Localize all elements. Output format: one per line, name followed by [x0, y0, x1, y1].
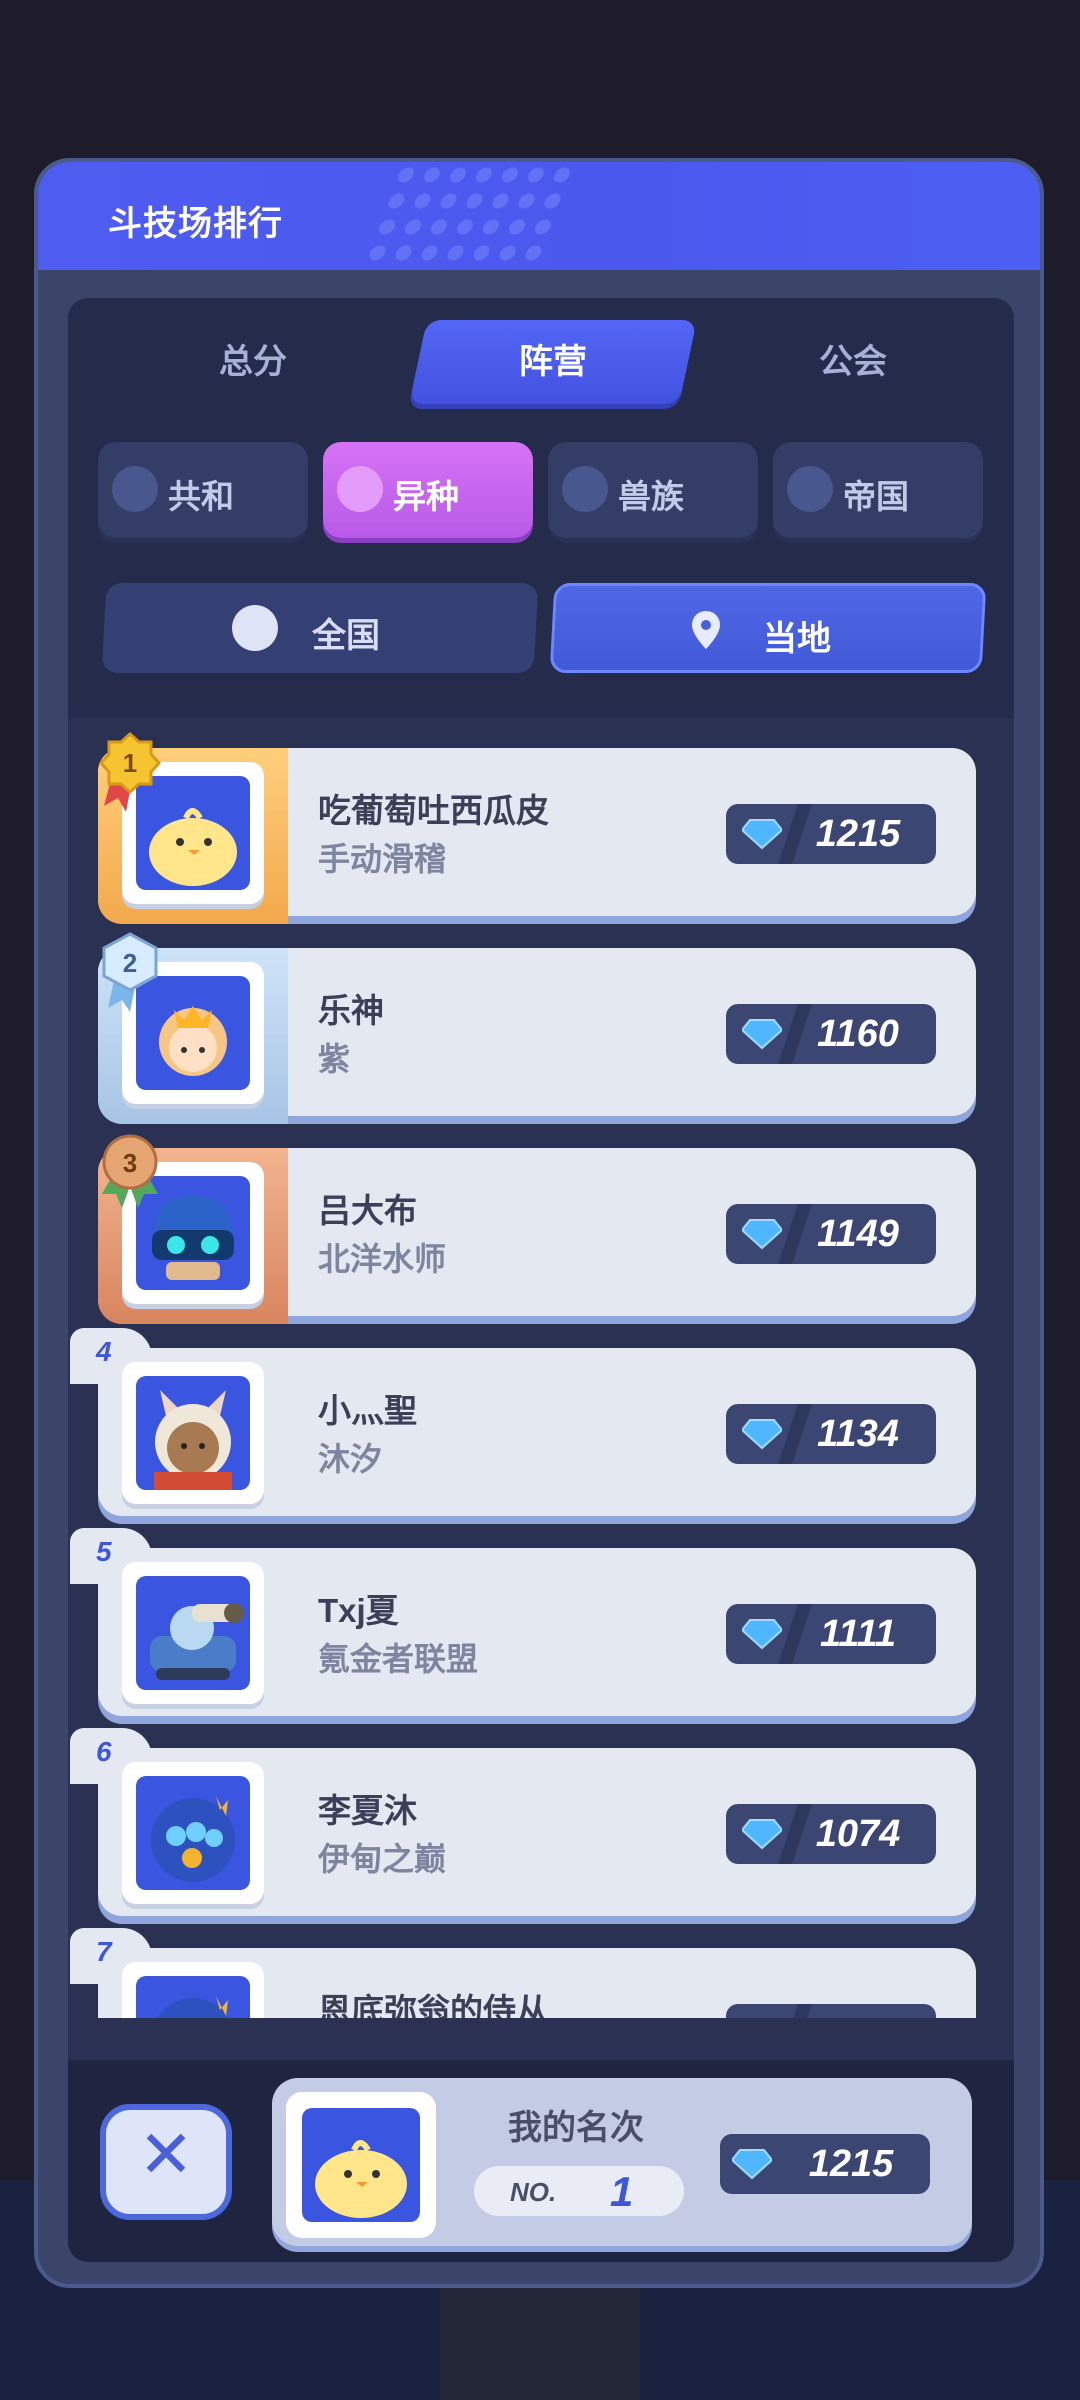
diamond-icon [742, 1419, 782, 1450]
ranking-row[interactable]: 6 李夏沐 伊甸之巅 1074 [70, 1728, 976, 1918]
ranking-row[interactable]: 5 Txj夏 氪金者联盟 1111 [70, 1528, 976, 1718]
score-badge: 1134 [726, 1404, 936, 1464]
avatar [122, 1562, 264, 1704]
ranking-content: 总分 阵营 公会 共和 异种 兽族 帝国 全国 当地 1 吃葡萄吐西瓜皮 手动滑… [68, 298, 1014, 2262]
diamond-icon [742, 1819, 782, 1850]
helmet-icon [112, 466, 158, 512]
diamond-icon [742, 1219, 782, 1250]
region-label: 全国 [312, 617, 380, 655]
score-value: 1111 [819, 1613, 897, 1655]
score-value: 1160 [817, 1013, 899, 1055]
score-badge: 1058 [726, 2004, 936, 2018]
faction-republic-button[interactable]: 共和 [98, 442, 308, 538]
score-value: 1149 [817, 1213, 899, 1255]
diamond-icon [742, 1619, 782, 1650]
guild-name: 伊甸之巅 [318, 1841, 447, 1877]
ranking-list[interactable]: 1 吃葡萄吐西瓜皮 手动滑稽 1215 2 乐神 紫 1160 3 吕大布 北洋… [68, 718, 1014, 2018]
player-name: 小灬聖 [318, 1392, 417, 1429]
my-score-badge: 1215 [720, 2134, 930, 2194]
region-label: 当地 [763, 620, 831, 658]
svg-text:3: 3 [123, 1148, 137, 1178]
score-badge: 1074 [726, 1804, 936, 1864]
player-name: 吃葡萄吐西瓜皮 [318, 792, 549, 829]
diamond-icon [742, 819, 782, 850]
faction-beast-button[interactable]: 兽族 [548, 442, 758, 538]
score-badge: 1149 [726, 1204, 936, 1264]
silver-medal-icon: 2 [102, 932, 158, 1012]
faction-label: 异种 [393, 478, 459, 515]
faction-label: 兽族 [618, 478, 684, 515]
header-decoration [358, 162, 578, 270]
score-badge: 1111 [726, 1604, 936, 1664]
player-name: 李夏沐 [318, 1792, 417, 1829]
rank-number: 1 [610, 2168, 634, 2215]
score-value: 1074 [815, 1813, 901, 1855]
arena-ranking-panel: 斗技场排行 总分 阵营 公会 共和 异种 兽族 帝国 全国 当地 1 吃葡萄吐西… [34, 158, 1044, 2288]
region-local-button[interactable]: 当地 [549, 583, 987, 673]
player-name: 吕大布 [318, 1192, 417, 1229]
bronze-medal-icon: 3 [102, 1134, 158, 1208]
gold-medal-icon: 1 [98, 731, 162, 812]
tab-guild[interactable]: 公会 [728, 320, 978, 404]
faction-label: 帝国 [843, 478, 909, 515]
ranking-tabs: 总分 阵营 公会 [68, 320, 1014, 410]
svg-text:2: 2 [123, 948, 137, 978]
diamond-icon [732, 2149, 772, 2180]
avatar [122, 1362, 264, 1504]
guild-name: 氪金者联盟 [318, 1641, 479, 1677]
ranking-row[interactable]: 3 吕大布 北洋水师 1149 [98, 1134, 976, 1324]
globe-icon [232, 605, 278, 651]
ranking-row[interactable]: 7 恩底弥翁的侍从 小橘 1058 [70, 1928, 976, 2018]
my-avatar [286, 2092, 436, 2238]
score-value: 1058 [788, 2013, 928, 2018]
tab-total[interactable]: 总分 [128, 320, 378, 404]
faction-label: 共和 [168, 478, 234, 515]
no-label: NO. [510, 2177, 557, 2207]
svg-text:1: 1 [123, 748, 137, 778]
emblem-icon [787, 466, 833, 512]
ranking-row[interactable]: 4 小灬聖 沐汐 1134 [70, 1328, 976, 1518]
guild-name: 北洋水师 [318, 1241, 447, 1277]
filter-area: 总分 阵营 公会 共和 异种 兽族 帝国 全国 当地 [68, 298, 1014, 718]
my-rank-label: 我的名次 [508, 2109, 644, 2147]
close-icon: ✕ [138, 2117, 194, 2191]
location-pin-icon [692, 611, 720, 649]
panel-header: 斗技场排行 [38, 162, 1040, 270]
faction-alien-button[interactable]: 异种 [323, 442, 533, 538]
tab-faction[interactable]: 阵营 [418, 320, 688, 404]
score-value: 1134 [817, 1413, 899, 1455]
player-name: 恩底弥翁的侍从 [318, 1992, 549, 2018]
panel-title: 斗技场排行 [108, 205, 283, 243]
region-national-button[interactable]: 全国 [101, 583, 539, 673]
my-rank-number: NO. 1 [474, 2166, 684, 2216]
player-name: 乐神 [318, 992, 384, 1029]
guild-name: 沐汐 [318, 1441, 383, 1477]
ranking-row[interactable]: 2 乐神 紫 1160 [98, 932, 976, 1124]
score-badge: 1215 [726, 804, 936, 864]
score-value: 1215 [808, 2143, 894, 2185]
guild-name: 手动滑稽 [318, 841, 447, 877]
paw-icon [562, 466, 608, 512]
avatar [122, 1762, 264, 1904]
score-value: 1215 [815, 813, 901, 855]
my-rank-bar: ✕ 我的名次 NO. 1 1215 [68, 2060, 1014, 2262]
diamond-icon [742, 1019, 782, 1050]
guild-name: 紫 [318, 1041, 351, 1077]
faction-empire-button[interactable]: 帝国 [773, 442, 983, 538]
score-badge: 1160 [726, 1004, 936, 1064]
player-name: Txj夏 [318, 1592, 399, 1629]
alien-icon [337, 466, 383, 512]
avatar [122, 1962, 264, 2018]
my-rank-card: 我的名次 NO. 1 1215 [272, 2078, 972, 2246]
ranking-row[interactable]: 1 吃葡萄吐西瓜皮 手动滑稽 1215 [98, 731, 976, 924]
close-button[interactable]: ✕ [100, 2104, 232, 2220]
